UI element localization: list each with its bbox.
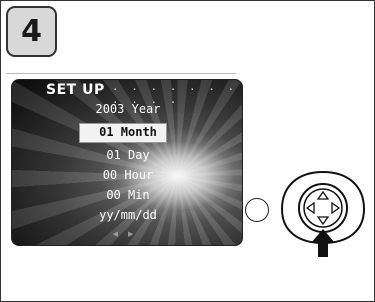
menu-item-month[interactable]: 01 Month: [12, 125, 242, 139]
step-number-badge: 4: [6, 6, 57, 57]
circle-icon: [245, 198, 269, 222]
menu-item-date-format[interactable]: yy/mm/dd: [12, 208, 242, 222]
menu-title: SET UP: [46, 82, 105, 98]
menu-item-day[interactable]: 01 Day: [12, 148, 242, 162]
menu-item-year[interactable]: 2003 Year: [12, 102, 242, 116]
camera-lcd-screen: SET UP · · · · · · · · · · · 2003 Year 0…: [11, 79, 243, 246]
four-way-controller-icon[interactable]: [278, 169, 368, 259]
instruction-panel: 4 SET UP · · · · · · · · · · · 2003 Year…: [0, 0, 375, 302]
menu-item-hour[interactable]: 00 Hour: [12, 168, 242, 182]
menu-item-min[interactable]: 00 Min: [12, 188, 242, 202]
left-right-arrows-icon: ◀▶: [112, 230, 144, 238]
divider-line: [6, 73, 236, 74]
